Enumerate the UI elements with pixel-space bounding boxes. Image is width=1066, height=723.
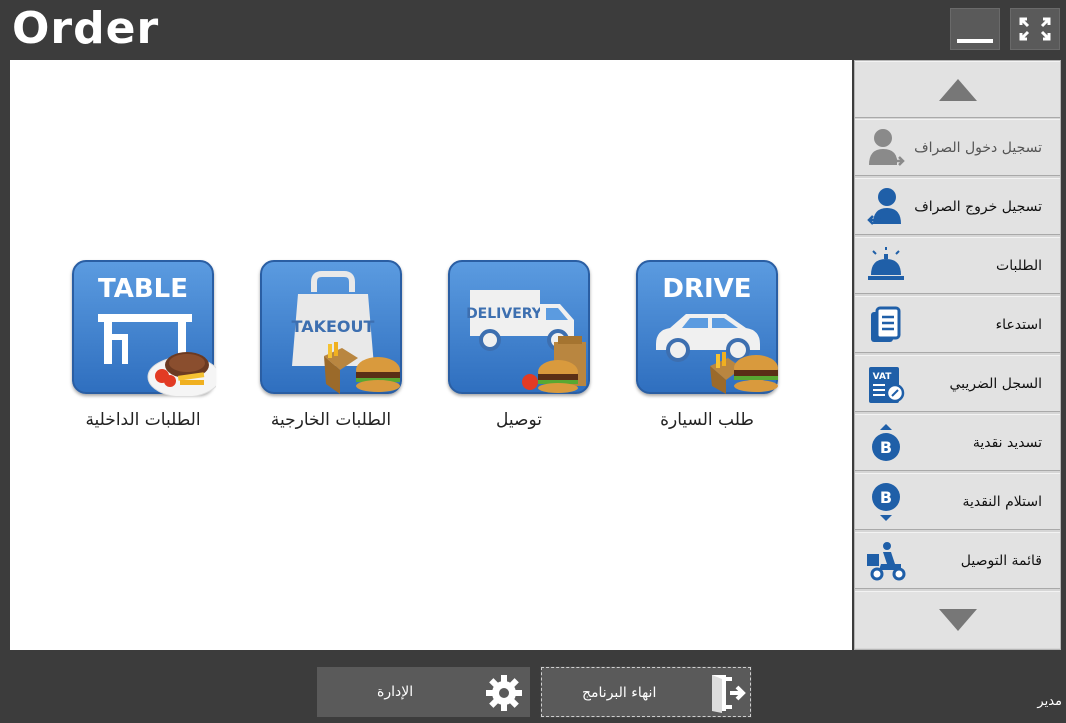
sidebar-item-label: تسجيل دخول الصراف	[914, 140, 1042, 156]
sidebar-item-label: السجل الضريبي	[949, 376, 1042, 392]
drive-thru-icon: DRIVE	[636, 260, 778, 394]
sidebar-item-delivery-list[interactable]: قائمة التوصيل	[855, 532, 1060, 589]
sidebar-item-cashier-logout[interactable]: تسجيل خروج الصراف	[855, 178, 1060, 235]
tile-label: الطلبات الداخلية	[85, 410, 201, 430]
dine-in-icon: TABLE	[72, 260, 216, 396]
sidebar-item-vat-register[interactable]: VAT السجل الضريبي	[855, 355, 1060, 412]
cash-payout-icon: B	[872, 424, 900, 461]
sidebar-item-cash-payout[interactable]: B تسديد نقدية	[855, 414, 1060, 471]
delivery-scooter-icon	[867, 542, 906, 581]
minimize-button[interactable]	[950, 8, 1000, 50]
svg-text:B: B	[880, 488, 892, 507]
recall-document-icon	[871, 306, 901, 342]
gear-icon	[486, 675, 522, 711]
cash-receive-icon: B	[872, 483, 900, 521]
sidebar-item-label: استدعاء	[995, 317, 1042, 333]
tile-label: الطلبات الخارجية	[270, 410, 392, 430]
tile-drive-thru[interactable]: DRIVE طلب السيارة	[632, 260, 782, 430]
admin-button[interactable]: الإدارة	[317, 667, 530, 717]
sidebar-item-label: استلام النقدية	[962, 494, 1042, 510]
svg-text:VAT: VAT	[873, 372, 893, 382]
exit-button-label: انهاء البرنامج	[582, 685, 657, 701]
exit-door-icon	[712, 675, 746, 713]
sidebar-item-cash-receive[interactable]: B استلام النقدية	[855, 473, 1060, 530]
exit-application-button[interactable]: انهاء البرنامج	[540, 666, 752, 718]
triangle-up-icon	[938, 78, 977, 101]
delivery-truck-icon: DELIVERY	[448, 260, 590, 394]
tile-label: توصيل	[496, 410, 542, 430]
tile-dine-in[interactable]: TABLE الطلبات الداخلية	[68, 260, 218, 430]
sidebar-item-recall[interactable]: استدعاء	[855, 296, 1060, 353]
title-bar: Order	[0, 0, 1066, 59]
sidebar-item-label: تسجيل خروج الصراف	[914, 199, 1042, 215]
fullscreen-icon	[1019, 17, 1051, 41]
svg-text:DELIVERY: DELIVERY	[466, 306, 543, 322]
bottom-bar: الإدارة انهاء البرنامج	[0, 651, 1066, 723]
app-title: Order	[12, 3, 160, 54]
triangle-down-icon	[938, 609, 977, 631]
scroll-up-button[interactable]	[855, 61, 1060, 118]
fullscreen-button[interactable]	[1010, 8, 1060, 50]
sidebar-item-label: قائمة التوصيل	[960, 553, 1042, 569]
takeout-icon: TAKEOUT	[260, 260, 402, 394]
tile-label: طلب السيارة	[660, 410, 754, 430]
admin-button-label: الإدارة	[377, 684, 414, 700]
service-bell-icon	[868, 247, 904, 280]
vat-register-icon: VAT	[869, 367, 905, 403]
sidebar-item-cashier-login[interactable]: تسجيل دخول الصراف	[855, 119, 1060, 176]
svg-text:TAKEOUT: TAKEOUT	[292, 317, 375, 336]
current-user-label: مدير	[1037, 694, 1062, 709]
tile-delivery[interactable]: DELIVERY توصيل	[444, 260, 594, 430]
function-sidebar: تسجيل دخول الصراف تسجيل خروج الصراف الطل…	[854, 60, 1061, 650]
order-type-panel: TABLE الطلبات الداخلية TAKEOUT الطلبات ا…	[10, 60, 852, 650]
sidebar-item-orders[interactable]: الطلبات	[855, 237, 1060, 294]
cashier-logout-icon	[867, 188, 901, 225]
tile-takeout[interactable]: TAKEOUT الطلبات الخارجية	[256, 260, 406, 430]
cashier-login-icon	[869, 129, 905, 166]
svg-text:B: B	[880, 438, 892, 457]
sidebar-item-label: الطلبات	[996, 258, 1042, 274]
sidebar-item-label: تسديد نقدية	[972, 435, 1042, 451]
scroll-down-button[interactable]	[855, 591, 1060, 648]
